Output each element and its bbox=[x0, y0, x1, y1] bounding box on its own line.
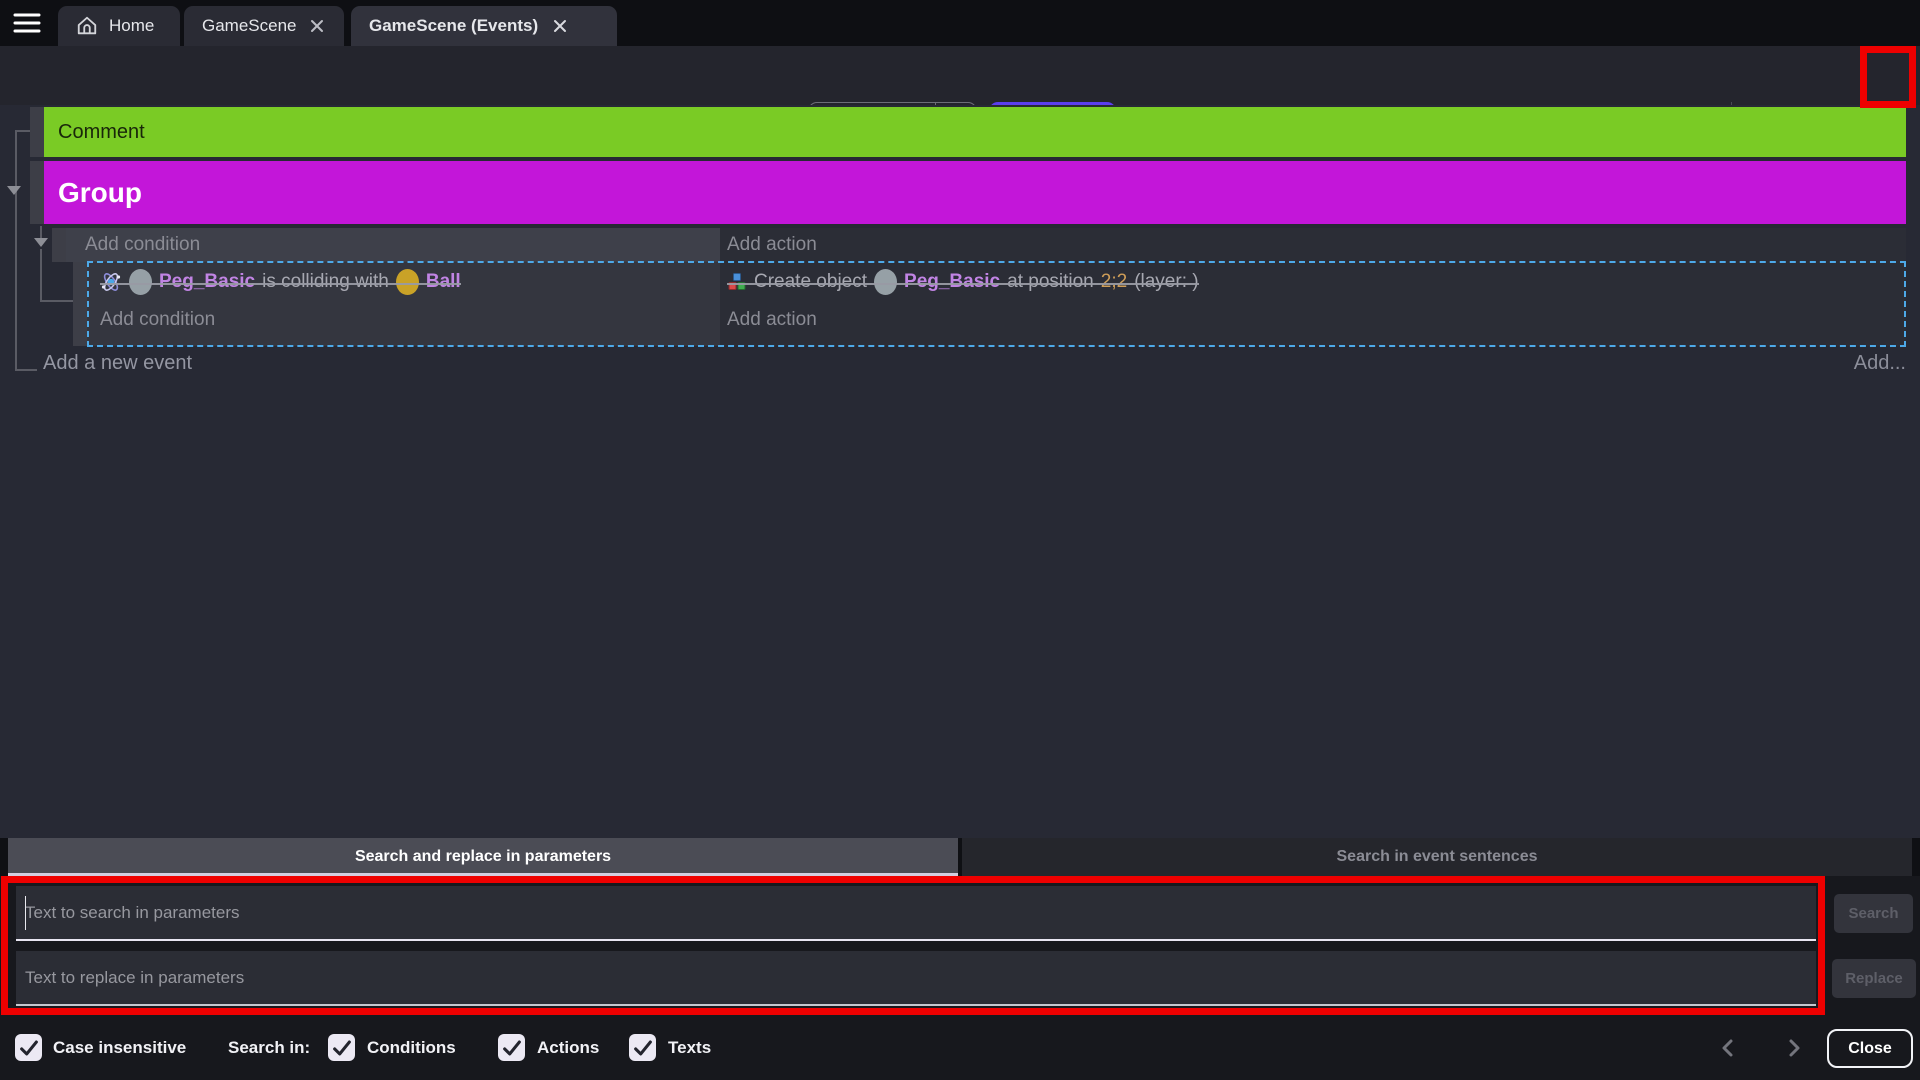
drag-handle[interactable] bbox=[30, 107, 44, 157]
tab-label: GameScene (Events) bbox=[369, 16, 538, 36]
checkmark-icon bbox=[18, 1037, 40, 1059]
tree-line bbox=[15, 130, 31, 132]
add-action-link[interactable]: Add action bbox=[727, 234, 817, 256]
add-action-row: Add action bbox=[727, 304, 817, 336]
text-caret bbox=[25, 896, 26, 930]
search-submit-button[interactable]: Search bbox=[1834, 894, 1913, 933]
tab-search-event-sentences[interactable]: Search in event sentences bbox=[962, 838, 1912, 876]
texts-label: Texts bbox=[668, 1034, 711, 1061]
tab-label: Search in event sentences bbox=[1337, 848, 1538, 866]
add-condition-link[interactable]: Add condition bbox=[85, 234, 200, 256]
action-sentence: Create object Peg_Basic at position 2;2 … bbox=[727, 269, 1199, 295]
tab-gamescene-events[interactable]: GameScene (Events) bbox=[351, 6, 617, 46]
replace-button-label: Replace bbox=[1845, 970, 1903, 987]
tree-line bbox=[40, 226, 42, 238]
action-layer: (layer: ) bbox=[1134, 271, 1198, 293]
condition-object2: Ball bbox=[426, 271, 461, 293]
replace-input[interactable] bbox=[16, 951, 1816, 1006]
add-condition-link[interactable]: Add condition bbox=[100, 309, 215, 331]
subevent-actions-column: Create object Peg_Basic at position 2;2 … bbox=[720, 262, 1906, 346]
chevron-right-icon bbox=[1788, 1038, 1802, 1058]
home-icon bbox=[76, 15, 98, 37]
condition-text: is colliding with bbox=[262, 271, 389, 293]
search-button-label: Search bbox=[1848, 905, 1898, 922]
drag-handle[interactable] bbox=[52, 228, 66, 262]
main-menu-button[interactable] bbox=[12, 10, 42, 36]
checkmark-icon bbox=[331, 1037, 353, 1059]
physics-behavior-icon bbox=[100, 271, 122, 293]
next-result-button[interactable] bbox=[1782, 1034, 1808, 1061]
conditions-checkbox[interactable] bbox=[328, 1034, 355, 1061]
event-actions-column: Add action bbox=[720, 228, 1906, 262]
tree-line bbox=[40, 249, 42, 302]
action-object: Peg_Basic bbox=[904, 271, 1000, 293]
tab-label: Search and replace in parameters bbox=[355, 848, 611, 866]
checkmark-icon bbox=[632, 1037, 654, 1059]
search-in-label: Search in: bbox=[228, 1034, 310, 1061]
events-sheet: Comment Group Add condition Add action P… bbox=[0, 105, 1920, 838]
group-event[interactable]: Group bbox=[44, 161, 1906, 224]
tree-line bbox=[15, 131, 17, 371]
add-action-link[interactable]: Add action bbox=[727, 309, 817, 331]
condition-sentence: Peg_Basic is colliding with Ball bbox=[100, 269, 461, 295]
actions-checkbox[interactable] bbox=[498, 1034, 525, 1061]
case-insensitive-label: Case insensitive bbox=[53, 1034, 186, 1061]
add-condition-row: Add condition bbox=[100, 304, 215, 336]
tab-search-replace-parameters[interactable]: Search and replace in parameters bbox=[8, 838, 958, 876]
tab-gamescene[interactable]: GameScene bbox=[184, 6, 344, 46]
close-button-label: Close bbox=[1848, 1040, 1892, 1058]
condition-row[interactable]: Peg_Basic is colliding with Ball bbox=[100, 266, 461, 298]
action-row[interactable]: Create object Peg_Basic at position 2;2 … bbox=[727, 266, 1199, 298]
tree-line bbox=[15, 369, 37, 371]
condition-object1: Peg_Basic bbox=[159, 271, 255, 293]
comment-text: Comment bbox=[58, 121, 145, 144]
object-icon-peg-basic bbox=[874, 269, 897, 295]
previous-result-button[interactable] bbox=[1714, 1034, 1740, 1061]
texts-checkbox[interactable] bbox=[629, 1034, 656, 1061]
close-tab-icon[interactable] bbox=[308, 15, 327, 37]
create-object-icon bbox=[727, 272, 747, 292]
gdevelop-window: Home GameScene GameScene (Events) bbox=[0, 0, 1920, 1080]
search-input[interactable] bbox=[16, 886, 1816, 941]
action-coords: 2;2 bbox=[1101, 271, 1127, 293]
tree-line bbox=[40, 300, 73, 302]
comment-event[interactable]: Comment bbox=[44, 107, 1906, 157]
drag-handle[interactable] bbox=[30, 161, 44, 224]
action-text: at position bbox=[1007, 271, 1094, 293]
checkmark-icon bbox=[501, 1037, 523, 1059]
conditions-label: Conditions bbox=[367, 1034, 456, 1061]
toolbar: Preview Publish bbox=[0, 46, 1920, 105]
case-insensitive-checkbox[interactable] bbox=[15, 1034, 42, 1061]
add-more-button[interactable]: Add... bbox=[1796, 345, 1906, 381]
add-more-label: Add... bbox=[1854, 352, 1906, 375]
action-verb: Create object bbox=[754, 271, 867, 293]
event-conditions-column: Add condition bbox=[66, 228, 720, 262]
search-panel: Search Replace Case insensitive Search i… bbox=[0, 876, 1920, 1080]
add-new-event-label: Add a new event bbox=[43, 352, 192, 375]
hamburger-icon bbox=[12, 10, 42, 36]
replace-submit-button[interactable]: Replace bbox=[1832, 959, 1916, 998]
tab-label: Home bbox=[109, 16, 154, 36]
add-new-event-link[interactable]: Add a new event bbox=[43, 345, 192, 381]
collapse-group-arrow-icon[interactable] bbox=[7, 186, 21, 195]
tab-home[interactable]: Home bbox=[58, 6, 180, 46]
subevent-conditions-column: Peg_Basic is colliding with Ball Add con… bbox=[87, 262, 720, 346]
object-icon-ball bbox=[396, 269, 419, 295]
close-tab-icon[interactable] bbox=[549, 15, 571, 37]
tab-label: GameScene bbox=[202, 16, 297, 36]
tab-bar: Home GameScene GameScene (Events) bbox=[0, 0, 1920, 46]
search-panel-tabs: Search and replace in parameters Search … bbox=[0, 838, 1920, 876]
collapse-event-arrow-icon[interactable] bbox=[34, 238, 48, 247]
drag-handle[interactable] bbox=[73, 262, 87, 346]
object-icon-peg-basic bbox=[129, 269, 152, 295]
close-search-button[interactable]: Close bbox=[1827, 1029, 1913, 1068]
group-title: Group bbox=[58, 177, 142, 209]
actions-label: Actions bbox=[537, 1034, 599, 1061]
chevron-left-icon bbox=[1720, 1038, 1734, 1058]
